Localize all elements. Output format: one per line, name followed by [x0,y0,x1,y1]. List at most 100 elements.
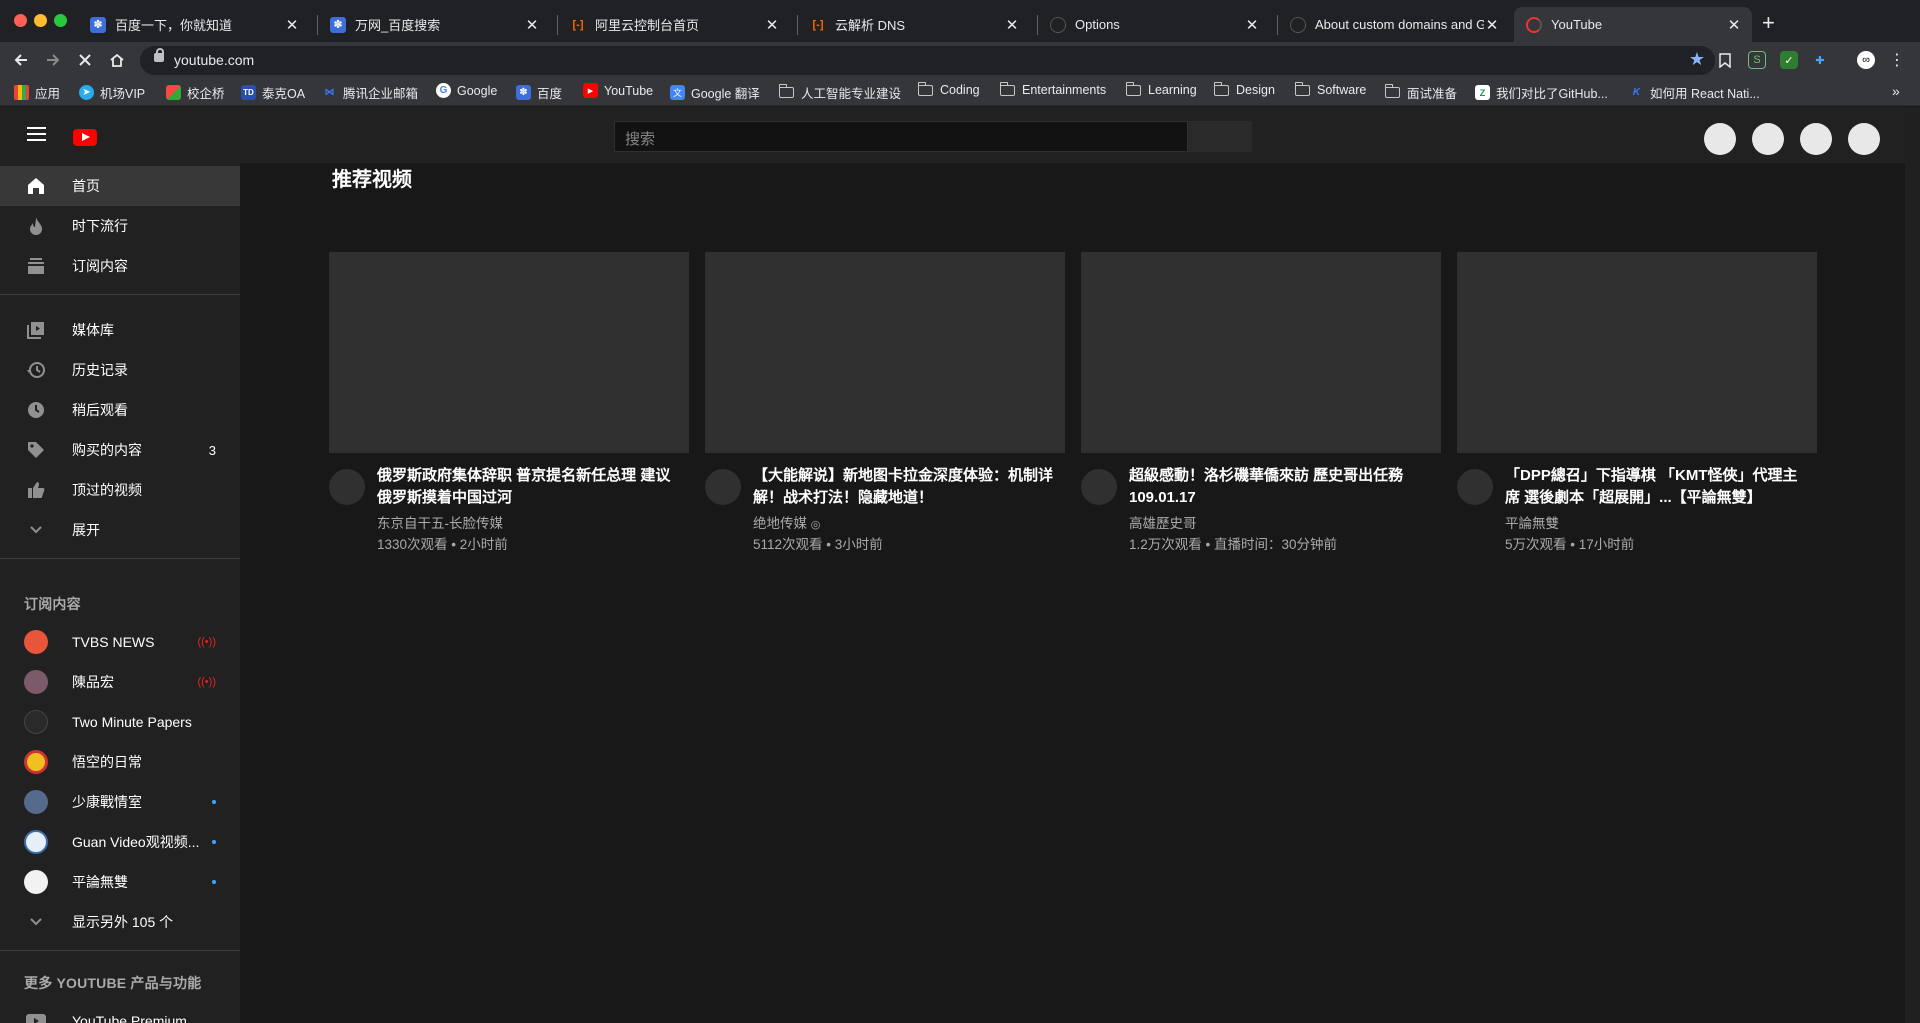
bookmark-youtube[interactable]: ▶ YouTube [583,83,653,98]
close-window-button[interactable] [14,14,27,27]
extension-pin-icon[interactable]: ✚ [1811,51,1829,69]
tab-options[interactable]: Options ✕ [1038,7,1270,42]
page-scrollbar[interactable] [1905,107,1920,1023]
subscription-item-chenpinhong[interactable]: 陳品宏 ((•)) [0,662,240,702]
sidebar-item-trending[interactable]: 时下流行 [0,206,240,246]
bookmarks-overflow-icon[interactable]: » [1892,83,1900,99]
bookmark-folder-design[interactable]: Design [1213,81,1275,97]
avatar[interactable] [1848,123,1880,155]
tab-wanwang[interactable]: ✽ 万网_百度搜索 ✕ [318,7,550,42]
bookmark-folder-learning[interactable]: Learning [1125,81,1197,97]
bookmark-manager-icon[interactable] [1716,51,1734,69]
bookmark-tencent-mail[interactable]: ⋈ 腾讯企业邮箱 [322,83,419,102]
home-icon[interactable] [105,48,129,72]
extension-shield-icon[interactable]: ✓ [1780,51,1798,69]
bookmark-folder-software[interactable]: Software [1294,81,1366,97]
bookmark-folder-coding[interactable]: Coding [917,81,980,97]
bookmark-google-translate[interactable]: 文 Google 翻译 [670,83,760,102]
bookmark-folder-interview[interactable]: 面试准备 [1384,83,1457,102]
tab-github-docs[interactable]: About custom domains and Gi ✕ [1278,7,1510,42]
extension-s-icon[interactable]: S [1748,51,1766,69]
profile-avatar-icon[interactable]: ∞ [1857,51,1875,69]
sidebar-item-purchases[interactable]: 购买的内容 3 [0,430,240,470]
bookmark-google[interactable]: G Google [436,83,497,98]
close-tab-icon[interactable]: ✕ [284,16,300,34]
bookmark-github-compare[interactable]: Z 我们对比了GitHub... [1475,83,1608,102]
video-card[interactable]: 俄罗斯政府集体辞职 普京提名新任总理 建议俄罗斯摸着中国过河 东京自干五-长脸传… [329,252,689,552]
channel-name[interactable]: 东京自干五-长脸传媒 [377,512,503,532]
video-title[interactable]: 俄罗斯政府集体辞职 普京提名新任总理 建议俄罗斯摸着中国过河 [377,465,683,509]
notifications-icon[interactable] [1800,123,1832,155]
bookmark-xiaoqiqiao[interactable]: 校企桥 [166,83,225,102]
forward-icon[interactable] [41,48,65,72]
subscription-item-two-minute-papers[interactable]: Two Minute Papers [0,702,240,742]
video-card[interactable]: 【大能解说】新地图卡拉金深度体验：机制详解！战术打法！隐藏地道！ 绝地传媒 ◎ … [705,252,1065,552]
bookmark-taike-oa[interactable]: TD 泰克OA [241,83,305,102]
channel-avatar[interactable] [1457,469,1493,505]
close-tab-icon[interactable]: ✕ [764,16,780,34]
bookmark-apps[interactable]: 应用 [14,83,60,102]
video-thumbnail[interactable] [1081,252,1441,453]
stop-loading-icon[interactable] [73,48,97,72]
address-bar[interactable]: youtube.com ★ [140,46,1715,75]
video-thumbnail[interactable] [705,252,1065,453]
sidebar-item-liked[interactable]: 顶过的视频 [0,470,240,510]
video-thumbnail[interactable] [329,252,689,453]
new-tab-icon[interactable]: + [1762,10,1775,36]
video-card[interactable]: 「DPP總召」下指導棋 「KMT怪俠」代理主席 選後劇本「超展開」...【平論無… [1457,252,1817,552]
create-icon[interactable] [1704,123,1736,155]
tab-youtube[interactable]: YouTube ✕ [1514,7,1752,42]
close-tab-icon[interactable]: ✕ [1004,16,1020,34]
close-tab-icon[interactable]: ✕ [1484,16,1500,34]
sidebar-item-home[interactable]: 首页 [0,166,240,206]
video-title[interactable]: 【大能解说】新地图卡拉金深度体验：机制详解！战术打法！隐藏地道！ [753,465,1059,509]
menu-kebab-icon[interactable]: ⋮ [1888,51,1906,69]
channel-name[interactable]: 平論無雙 [1505,512,1559,532]
bookmark-folder-ai[interactable]: 人工智能专业建设 [778,83,901,102]
tab-aliyun-console[interactable]: [-] 阿里云控制台首页 ✕ [558,7,790,42]
verified-icon: ◎ [810,519,821,531]
channel-name[interactable]: 高雄歷史哥 [1129,512,1197,532]
bookmark-react-native[interactable]: K 如何用 React Nati... [1629,83,1760,102]
close-tab-icon[interactable]: ✕ [1244,16,1260,34]
close-tab-icon[interactable]: ✕ [1726,16,1742,34]
menu-icon[interactable] [27,127,46,141]
bookmark-star-icon[interactable]: ★ [1689,49,1705,70]
subscription-item-wukong[interactable]: 悟空的日常 [0,742,240,782]
url-text[interactable]: youtube.com [174,52,254,68]
video-title[interactable]: 「DPP總召」下指導棋 「KMT怪俠」代理主席 選後劇本「超展開」...【平論無… [1505,465,1811,509]
minimize-window-button[interactable] [34,14,47,27]
tab-aliyun-dns[interactable]: [-] 云解析 DNS ✕ [798,7,1030,42]
search-input[interactable]: 搜索 [614,121,1188,152]
bookmark-folder-entertainments[interactable]: Entertainments [999,81,1106,97]
sidebar-item-premium[interactable]: YouTube Premium [0,1001,240,1023]
tab-baidu[interactable]: ✽ 百度一下，你就知道 ✕ [78,7,310,42]
search-button[interactable] [1188,121,1252,152]
sidebar-item-subscriptions[interactable]: 订阅内容 [0,246,240,286]
subscription-item-pinglun[interactable]: 平論無雙 [0,862,240,902]
subscription-item-guan-video[interactable]: Guan Video观视频... [0,822,240,862]
sidebar-item-history[interactable]: 历史记录 [0,350,240,390]
apps-icon[interactable] [1752,123,1784,155]
zoom-window-button[interactable] [54,14,67,27]
video-thumbnail[interactable] [1457,252,1817,453]
sidebar-item-label: 历史记录 [72,362,128,378]
sidebar-item-watch-later[interactable]: 稍后观看 [0,390,240,430]
subscription-item-tvbs[interactable]: TVBS NEWS ((•)) [0,622,240,662]
video-title[interactable]: 超級感動！洛杉磯華僑來訪 歷史哥出任務 109.01.17 [1129,465,1435,509]
sidebar-item-expand[interactable]: 展开 [0,510,240,550]
close-tab-icon[interactable]: ✕ [524,16,540,34]
subscription-item-shaokang[interactable]: 少康戰情室 [0,782,240,822]
youtube-logo[interactable] [73,129,97,146]
channel-avatar[interactable] [329,469,365,505]
channel-avatar[interactable] [705,469,741,505]
bookmark-vip[interactable]: ➤ 机场VIP [79,83,145,102]
channel-avatar[interactable] [1081,469,1117,505]
bookmark-baidu[interactable]: ✽ 百度 [516,83,562,102]
sidebar-item-library[interactable]: 媒体库 [0,310,240,350]
show-more-subscriptions[interactable]: 显示另外 105 个 [0,902,240,942]
folder-icon [1213,81,1229,96]
back-icon[interactable] [9,48,33,72]
channel-name[interactable]: 绝地传媒 ◎ [753,512,820,532]
video-card[interactable]: 超級感動！洛杉磯華僑來訪 歷史哥出任務 109.01.17 高雄歷史哥 1.2万… [1081,252,1441,552]
